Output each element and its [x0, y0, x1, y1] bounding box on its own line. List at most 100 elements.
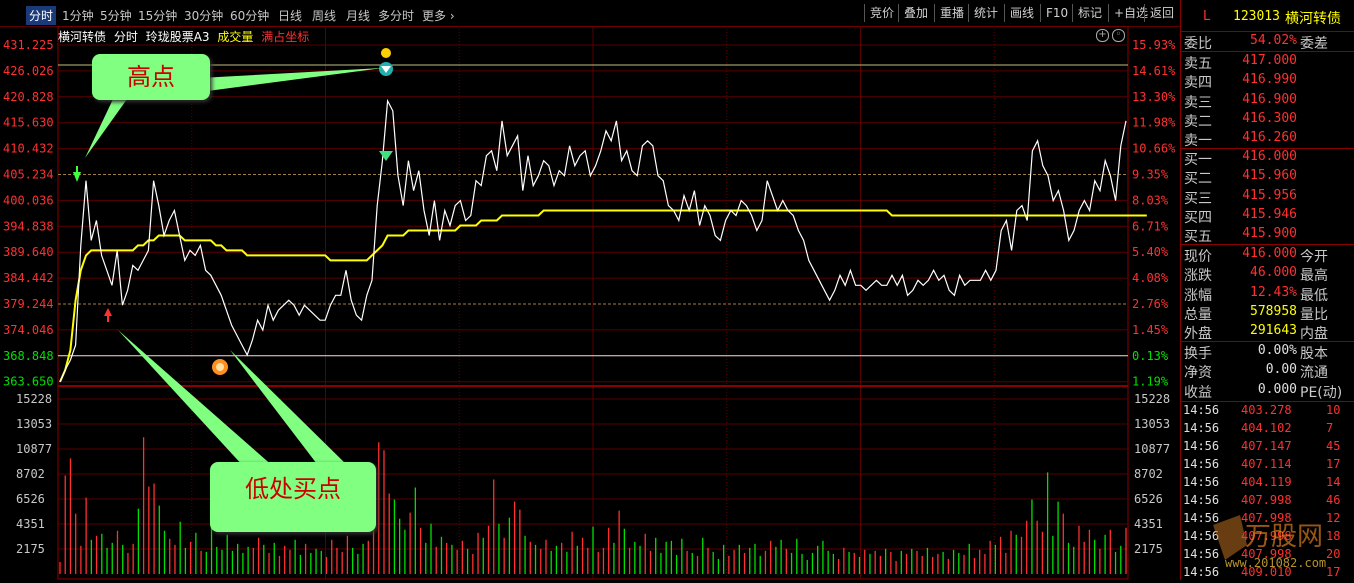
tick-volume: 10 [1326, 403, 1341, 417]
tick-price: 407.114 [1241, 457, 1292, 471]
stat-row: 外盘 291643 内盘 [1181, 323, 1354, 342]
tick-time: 14:56 [1183, 493, 1220, 507]
ask-label: 卖二 [1184, 113, 1212, 130]
extra-label: 净资 [1184, 365, 1212, 382]
weibi-value: 54.02% [1250, 33, 1297, 48]
tick-row: 14:56 403.278 10 [1181, 403, 1354, 421]
ask-label: 卖四 [1184, 75, 1212, 92]
market-prefix: L [1203, 9, 1211, 24]
bid-label: 买四 [1184, 209, 1212, 226]
tick-row: 14:56 404.119 14 [1181, 475, 1354, 493]
tick-time: 14:56 [1183, 529, 1220, 543]
tick-time: 14:56 [1183, 457, 1220, 471]
extra-value: 0.000 [1257, 381, 1297, 397]
weibi-label: 委比 [1184, 36, 1212, 52]
tick-volume: 45 [1326, 439, 1341, 453]
tick-volume: 18 [1326, 529, 1341, 543]
tick-price: 409.010 [1241, 565, 1292, 579]
extra-value: 0.00 [1265, 362, 1297, 378]
tick-row: 14:56 407.998 20 [1181, 547, 1354, 565]
bid-label: 买二 [1184, 171, 1212, 188]
ask-value: 416.990 [1242, 72, 1297, 88]
tick-row: 14:56 407.998 12 [1181, 511, 1354, 529]
tick-volume: 46 [1326, 493, 1341, 507]
tick-time: 14:56 [1183, 565, 1220, 579]
tick-volume: 7 [1326, 421, 1334, 435]
tick-volume: 17 [1326, 457, 1341, 471]
low-buy-callout: 低处买点 [210, 462, 376, 532]
panel-header: L 123013 横河转债 [1181, 0, 1354, 32]
extra-row: 换手 0.00% 股本 [1181, 343, 1354, 362]
stat-label: 总量 [1184, 306, 1212, 323]
ask-value: 416.260 [1242, 130, 1297, 146]
ask-value: 416.900 [1242, 91, 1297, 107]
tick-price: 407.998 [1241, 511, 1292, 525]
ask-row: 卖三 416.900 [1181, 92, 1354, 111]
extra-label2: 流通 [1300, 365, 1328, 382]
ask-value: 417.000 [1242, 53, 1297, 68]
tick-price: 407.998 [1241, 547, 1292, 561]
stat-label2: 最高 [1300, 268, 1328, 285]
tick-price: 407.998 [1241, 493, 1292, 507]
tick-time: 14:56 [1183, 421, 1220, 435]
stat-label: 涨跌 [1184, 268, 1212, 285]
tick-row: 14:56 409.010 17 [1181, 565, 1354, 583]
stat-value: 291643 [1250, 323, 1297, 339]
stock-code: 123013 [1233, 9, 1280, 24]
tick-row: 14:56 407.998 46 [1181, 493, 1354, 511]
stat-row: 涨跌 46.000 最高 [1181, 265, 1354, 284]
tick-row: 14:56 407.114 17 [1181, 457, 1354, 475]
bid-row: 买三 415.956 [1181, 188, 1354, 207]
bid-row: 买二 415.960 [1181, 168, 1354, 187]
tick-row: 14:56 404.102 7 [1181, 421, 1354, 439]
bid-value: 415.956 [1242, 187, 1297, 203]
bid-value: 415.960 [1242, 168, 1297, 184]
stat-value: 578958 [1250, 303, 1297, 319]
ask-label: 卖三 [1184, 94, 1212, 111]
bid-value: 416.000 [1242, 149, 1297, 164]
stat-value: 416.000 [1242, 246, 1297, 261]
tick-volume: 12 [1326, 511, 1341, 525]
extra-row: 净资 0.00 流通 [1181, 362, 1354, 381]
tick-row: 14:56 407.147 45 [1181, 439, 1354, 457]
stat-value: 46.000 [1250, 265, 1297, 281]
stat-label2: 最低 [1300, 287, 1328, 304]
stock-name: 横河转债 [1285, 11, 1341, 27]
tick-time: 14:56 [1183, 547, 1220, 561]
tick-volume: 20 [1326, 547, 1341, 561]
bid-label: 买一 [1184, 152, 1212, 168]
ask-value: 416.300 [1242, 110, 1297, 126]
extra-label: 换手 [1184, 346, 1212, 362]
bid-row: 买四 415.946 [1181, 207, 1354, 226]
stat-label2: 量比 [1300, 306, 1328, 323]
ask-row: 卖一 416.260 [1181, 130, 1354, 149]
tick-time: 14:56 [1183, 403, 1220, 417]
bid-value: 415.946 [1242, 206, 1297, 222]
tick-price: 403.278 [1241, 403, 1292, 417]
bid-row: 买一 416.000 [1181, 149, 1354, 168]
tick-time: 14:56 [1183, 475, 1220, 489]
tick-time: 14:56 [1183, 439, 1220, 453]
extra-label: 收益 [1184, 384, 1212, 401]
tick-price: 404.119 [1241, 475, 1292, 489]
high-point-callout: 高点 [92, 54, 210, 100]
tick-price: 407.998 [1241, 529, 1292, 543]
tick-price: 404.102 [1241, 421, 1292, 435]
extra-value: 0.00% [1257, 343, 1297, 358]
bid-row: 买五 415.900 [1181, 226, 1354, 245]
ask-row: 卖五 417.000 [1181, 53, 1354, 72]
ask-row: 卖四 416.990 [1181, 72, 1354, 91]
tick-volume: 17 [1326, 565, 1341, 579]
bid-label: 买三 [1184, 190, 1212, 207]
extra-label2: PE(动) [1300, 384, 1343, 401]
stat-label: 现价 [1184, 249, 1212, 265]
extra-label2: 股本 [1300, 346, 1328, 362]
stat-value: 12.43% [1250, 284, 1297, 300]
stat-label: 涨幅 [1184, 287, 1212, 304]
quote-panel: L 123013 横河转债 委比 54.02% 委差 卖五 417.000 卖四 41… [1180, 0, 1354, 580]
stat-row: 涨幅 12.43% 最低 [1181, 285, 1354, 304]
ask-row: 卖二 416.300 [1181, 111, 1354, 130]
tick-price: 407.147 [1241, 439, 1292, 453]
ask-label: 卖五 [1184, 56, 1212, 72]
stat-label2: 今开 [1300, 249, 1328, 265]
